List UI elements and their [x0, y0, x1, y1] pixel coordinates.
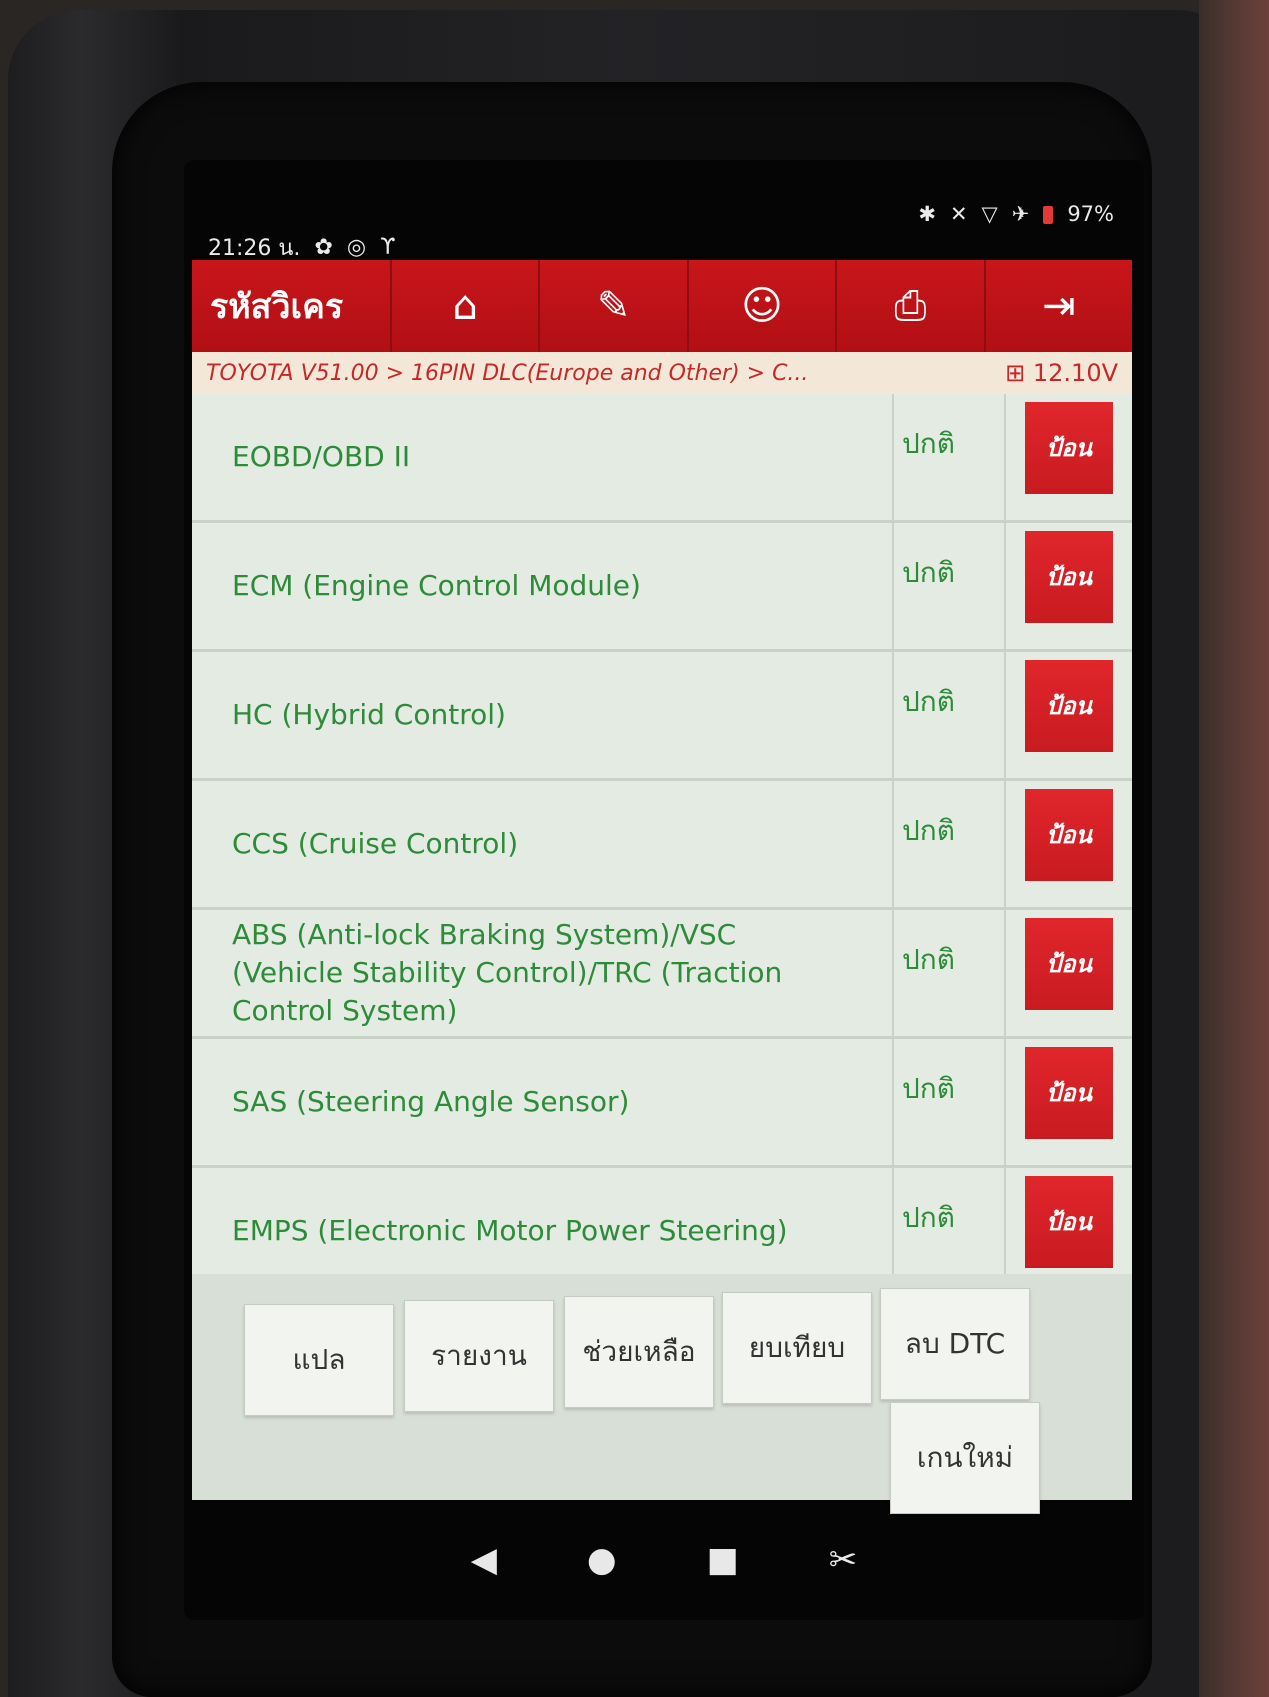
list-item[interactable]: HC (Hybrid Control) ปกติ ป้อน: [192, 652, 1132, 781]
list-item[interactable]: EOBD/OBD II ปกติ ป้อน: [192, 394, 1132, 523]
enter-button[interactable]: ป้อน: [1025, 789, 1113, 881]
list-item[interactable]: EMPS (Electronic Motor Power Steering) ป…: [192, 1168, 1132, 1274]
enter-button[interactable]: ป้อน: [1025, 1176, 1113, 1268]
android-navbar: ◀ ● ■ ✂: [184, 1510, 1144, 1610]
voltage-readout: ⊞ 12.10V: [1005, 359, 1118, 387]
wifi-icon: ▽: [981, 202, 998, 226]
help-button[interactable]: ช่วยเหลือ: [564, 1296, 714, 1408]
system-name: EMPS (Electronic Motor Power Steering): [192, 1168, 894, 1274]
list-item[interactable]: ECM (Engine Control Module) ปกติ ป้อน: [192, 523, 1132, 652]
car-battery-icon: ⊞: [1005, 359, 1026, 387]
breadcrumb-text: TOYOTA V51.00 > 16PIN DLC(Europe and Oth…: [206, 360, 809, 386]
system-name: SAS (Steering Angle Sensor): [192, 1039, 894, 1165]
system-status: ปกติ: [894, 652, 1006, 778]
print-icon: ⎙: [894, 283, 927, 329]
page-title: รหัสวิเคร: [210, 287, 344, 327]
list-item[interactable]: CCS (Cruise Control) ปกติ ป้อน: [192, 781, 1132, 910]
system-status: ปกติ: [894, 1039, 1006, 1165]
system-status: ปกติ: [894, 394, 1006, 520]
enter-button[interactable]: ป้อน: [1025, 918, 1113, 1010]
system-name: CCS (Cruise Control): [192, 781, 894, 907]
support-icon: ☺: [741, 283, 783, 329]
edit-icon: ✎: [596, 283, 631, 329]
diagnostic-app: รหัสวิเคร ⌂ ✎ ☺ ⎙ ⇥ TOYOTA V51.00 > 16PI…: [192, 260, 1132, 1514]
status-bar: ✱ ✕ ▽ ✈ 97% 21:26 น. ✿ ◎ ϒ: [184, 160, 1144, 261]
exit-button[interactable]: ⇥: [983, 260, 1132, 352]
clear-dtc-button[interactable]: ลบ DTC: [880, 1288, 1030, 1400]
system-status: ปกติ: [894, 910, 1006, 1036]
action-cell: ป้อน: [1006, 394, 1132, 520]
status-right-group: ✱ ✕ ▽ ✈ 97%: [918, 202, 1114, 226]
screenshot-icon[interactable]: ✂: [829, 1540, 858, 1580]
bottom-toolbar: แปล รายงาน ช่วยเหลือ ยบเทียบ ลบ DTC เกนใ…: [192, 1274, 1132, 1514]
battery-icon: [1043, 202, 1054, 226]
recents-icon[interactable]: ■: [707, 1540, 739, 1580]
rescan-button[interactable]: เกนใหม่: [890, 1402, 1040, 1514]
action-cell: ป้อน: [1006, 1039, 1132, 1165]
action-cell: ป้อน: [1006, 523, 1132, 649]
accessibility-icon: ◎: [346, 235, 367, 260]
system-name: ECM (Engine Control Module): [192, 523, 894, 649]
enter-button[interactable]: ป้อน: [1025, 660, 1113, 752]
back-icon[interactable]: ◀: [471, 1540, 497, 1580]
home-icon: ⌂: [452, 283, 478, 329]
action-cell: ป้อน: [1006, 910, 1132, 1036]
enter-button[interactable]: ป้อน: [1025, 1047, 1113, 1139]
app-header: รหัสวิเคร ⌂ ✎ ☺ ⎙ ⇥: [192, 260, 1132, 352]
action-cell: ป้อน: [1006, 1168, 1132, 1274]
edit-button[interactable]: ✎: [538, 260, 686, 352]
support-button[interactable]: ☺: [686, 260, 835, 352]
battery-level: 97%: [1067, 202, 1114, 226]
stethoscope-icon: ϒ: [380, 235, 396, 260]
home-button[interactable]: ⌂: [390, 260, 538, 352]
gear-icon: ✿: [314, 235, 333, 260]
enter-button[interactable]: ป้อน: [1025, 531, 1113, 623]
background-surface: [1199, 0, 1269, 1697]
breadcrumb: TOYOTA V51.00 > 16PIN DLC(Europe and Oth…: [192, 352, 1132, 394]
list-item[interactable]: SAS (Steering Angle Sensor) ปกติ ป้อน: [192, 1039, 1132, 1168]
system-name: ABS (Anti-lock Braking System)/VSC (Vehi…: [192, 910, 894, 1036]
system-status: ปกติ: [894, 781, 1006, 907]
bluetooth-icon: ✱: [918, 202, 936, 226]
report-button[interactable]: รายงาน: [404, 1300, 554, 1412]
exit-icon: ⇥: [1042, 283, 1076, 329]
list-item[interactable]: ABS (Anti-lock Braking System)/VSC (Vehi…: [192, 910, 1132, 1039]
system-name: EOBD/OBD II: [192, 394, 894, 520]
system-name: HC (Hybrid Control): [192, 652, 894, 778]
mute-icon: ✕: [949, 202, 968, 226]
print-button[interactable]: ⎙: [835, 260, 983, 352]
airplane-icon: ✈: [1011, 202, 1030, 226]
screen: ✱ ✕ ▽ ✈ 97% 21:26 น. ✿ ◎ ϒ รหัสวิเคร ⌂ ✎…: [184, 160, 1144, 1620]
action-cell: ป้อน: [1006, 781, 1132, 907]
system-list: EOBD/OBD II ปกติ ป้อน ECM (Engine Contro…: [192, 394, 1132, 1274]
voltage-value: 12.10V: [1032, 359, 1118, 387]
action-cell: ป้อน: [1006, 652, 1132, 778]
compare-button[interactable]: ยบเทียบ: [722, 1292, 872, 1404]
system-status: ปกติ: [894, 523, 1006, 649]
enter-button[interactable]: ป้อน: [1025, 402, 1113, 494]
home-nav-icon[interactable]: ●: [587, 1540, 617, 1580]
system-status: ปกติ: [894, 1168, 1006, 1274]
translate-button[interactable]: แปล: [244, 1304, 394, 1416]
